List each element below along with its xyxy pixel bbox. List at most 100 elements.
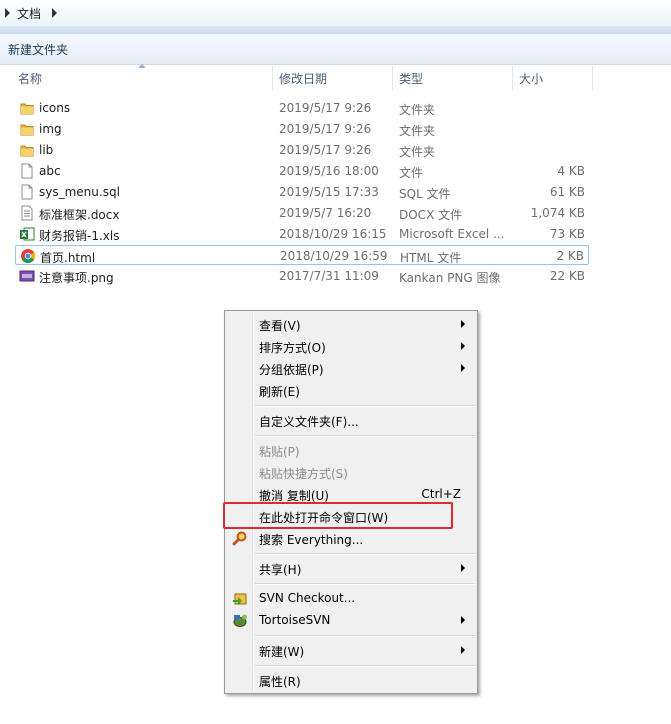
column-type[interactable]: 类型 <box>399 70 423 87</box>
menu-item-label: 刷新(E) <box>259 385 300 399</box>
file-icon <box>19 184 35 200</box>
menu-item-shortcut: Ctrl+Z <box>421 487 461 501</box>
menu-item-tortoise-svn[interactable]: TortoiseSVN <box>227 609 475 631</box>
menu-item-label: 分组依据(P) <box>259 363 324 377</box>
file-date: 2019/5/17 9:26 <box>279 143 372 157</box>
image-icon <box>19 268 35 284</box>
column-date[interactable]: 修改日期 <box>279 70 327 87</box>
file-type: 文件夹 <box>399 145 436 159</box>
file-row[interactable]: abc 2019/5/16 18:00 文件 4 KB <box>15 161 589 181</box>
submenu-arrow-icon <box>461 616 465 624</box>
window-divider <box>0 26 671 34</box>
file-size: 2 KB <box>556 249 584 263</box>
file-name: lib <box>39 143 54 157</box>
menu-item-sort-by[interactable]: 排序方式(O) <box>227 335 475 357</box>
file-row[interactable]: 注意事项.png 2017/7/31 11:09 Kankan PNG 图像 22 K… <box>15 266 589 286</box>
menu-item-search-everything[interactable]: 搜索 Everything... <box>227 527 475 549</box>
file-date: 2018/10/29 16:15 <box>279 227 387 241</box>
column-size[interactable]: 大小 <box>519 70 543 87</box>
menu-item-customize-folder[interactable]: 自定义文件夹(F)... <box>227 409 475 431</box>
menu-item-label: 属性(R) <box>259 675 301 689</box>
search-icon <box>232 530 248 546</box>
menu-item-paste: 粘贴(P) <box>227 439 475 461</box>
file-type: Microsoft Excel ... <box>399 227 505 241</box>
menu-item-label: 查看(V) <box>259 319 301 333</box>
file-name: img <box>39 122 62 136</box>
file-size: 61 KB <box>549 185 585 199</box>
file-type: 文件 <box>399 166 424 180</box>
file-date: 2019/5/17 9:26 <box>279 101 372 115</box>
menu-item-refresh[interactable]: 刷新(E) <box>227 379 475 401</box>
excel-icon <box>19 226 35 242</box>
file-row[interactable]: sys_menu.sql 2019/5/15 17:33 SQL 文件 61 KB <box>15 182 589 202</box>
column-divider[interactable] <box>592 66 593 90</box>
menu-separator <box>255 405 475 407</box>
file-name: sys_menu.sql <box>39 185 120 199</box>
file-row[interactable]: 首页.html 2018/10/29 16:59 HTML 文件 2 KB <box>15 245 589 265</box>
svn-checkout-icon <box>232 590 248 606</box>
file-date: 2019/5/7 16:20 <box>279 206 372 220</box>
menu-item-label: SVN Checkout... <box>259 591 356 605</box>
column-header-row: 名称 修改日期 类型 大小 <box>0 66 671 90</box>
file-date: 2017/7/31 11:09 <box>279 269 379 283</box>
menu-item-svn-checkout[interactable]: SVN Checkout... <box>227 587 475 609</box>
file-date: 2018/10/29 16:59 <box>280 249 388 263</box>
command-bar: 新建文件夹 <box>0 34 671 65</box>
column-name[interactable]: 名称 <box>18 70 42 87</box>
file-row[interactable]: 标准框架.docx 2019/5/7 16:20 DOCX 文件 1,074 KB <box>15 203 589 223</box>
file-size: 22 KB <box>549 269 585 283</box>
menu-item-paste-shortcut: 粘贴快捷方式(S) <box>227 461 475 483</box>
breadcrumb-chevron-icon[interactable] <box>52 8 57 18</box>
menu-item-share[interactable]: 共享(H) <box>227 557 475 579</box>
folder-icon <box>19 142 35 158</box>
menu-item-group-by[interactable]: 分组依据(P) <box>227 357 475 379</box>
file-type: DOCX 文件 <box>399 208 463 222</box>
menu-separator <box>255 583 475 585</box>
menu-item-label: 共享(H) <box>259 563 302 577</box>
menu-item-label: 排序方式(O) <box>259 341 326 355</box>
file-icon <box>19 163 35 179</box>
highlight-annotation-box <box>223 502 453 529</box>
address-bar[interactable]: 文档 <box>0 0 671 27</box>
menu-separator <box>255 635 475 637</box>
breadcrumb-expand-icon[interactable] <box>5 8 10 18</box>
submenu-arrow-icon <box>461 364 465 372</box>
document-icon <box>19 205 35 221</box>
file-type: HTML 文件 <box>400 251 462 265</box>
file-type: Kankan PNG 图像 <box>399 271 501 285</box>
file-name: icons <box>39 101 71 115</box>
submenu-arrow-icon <box>461 646 465 654</box>
file-row[interactable]: icons 2019/5/17 9:26 文件夹 <box>15 98 589 118</box>
file-row[interactable]: 财务报销-1.xls 2018/10/29 16:15 Microsoft Exce… <box>15 224 589 244</box>
file-row[interactable]: lib 2019/5/17 9:26 文件夹 <box>15 140 589 160</box>
file-size: 1,074 KB <box>530 206 585 220</box>
tortoise-svn-icon <box>232 612 248 628</box>
menu-item-label: 粘贴快捷方式(S) <box>259 467 348 481</box>
menu-item-label: 自定义文件夹(F)... <box>259 415 359 429</box>
file-name: 财务报销-1.xls <box>39 229 120 243</box>
menu-item-new[interactable]: 新建(W) <box>227 639 475 661</box>
submenu-arrow-icon <box>461 564 465 572</box>
menu-item-properties[interactable]: 属性(R) <box>227 669 475 691</box>
chrome-icon <box>20 248 36 264</box>
menu-separator <box>255 665 475 667</box>
submenu-arrow-icon <box>461 320 465 328</box>
new-folder-button[interactable]: 新建文件夹 <box>8 41 68 58</box>
column-divider[interactable] <box>512 66 513 90</box>
breadcrumb-folder[interactable]: 文档 <box>17 5 41 22</box>
file-type: 文件夹 <box>399 103 436 117</box>
file-name: 首页.html <box>40 251 96 265</box>
file-name: 注意事项.png <box>39 271 114 285</box>
menu-item-label: TortoiseSVN <box>259 613 331 627</box>
submenu-arrow-icon <box>461 342 465 350</box>
column-divider[interactable] <box>272 66 273 90</box>
menu-item-label: 搜索 Everything... <box>259 533 364 547</box>
file-type: 文件夹 <box>399 124 436 138</box>
file-date: 2019/5/16 18:00 <box>279 164 379 178</box>
file-type: SQL 文件 <box>399 187 451 201</box>
file-name: 标准框架.docx <box>39 208 120 222</box>
column-divider[interactable] <box>392 66 393 90</box>
menu-separator <box>255 553 475 555</box>
menu-item-view[interactable]: 查看(V) <box>227 313 475 335</box>
file-row[interactable]: img 2019/5/17 9:26 文件夹 <box>15 119 589 139</box>
